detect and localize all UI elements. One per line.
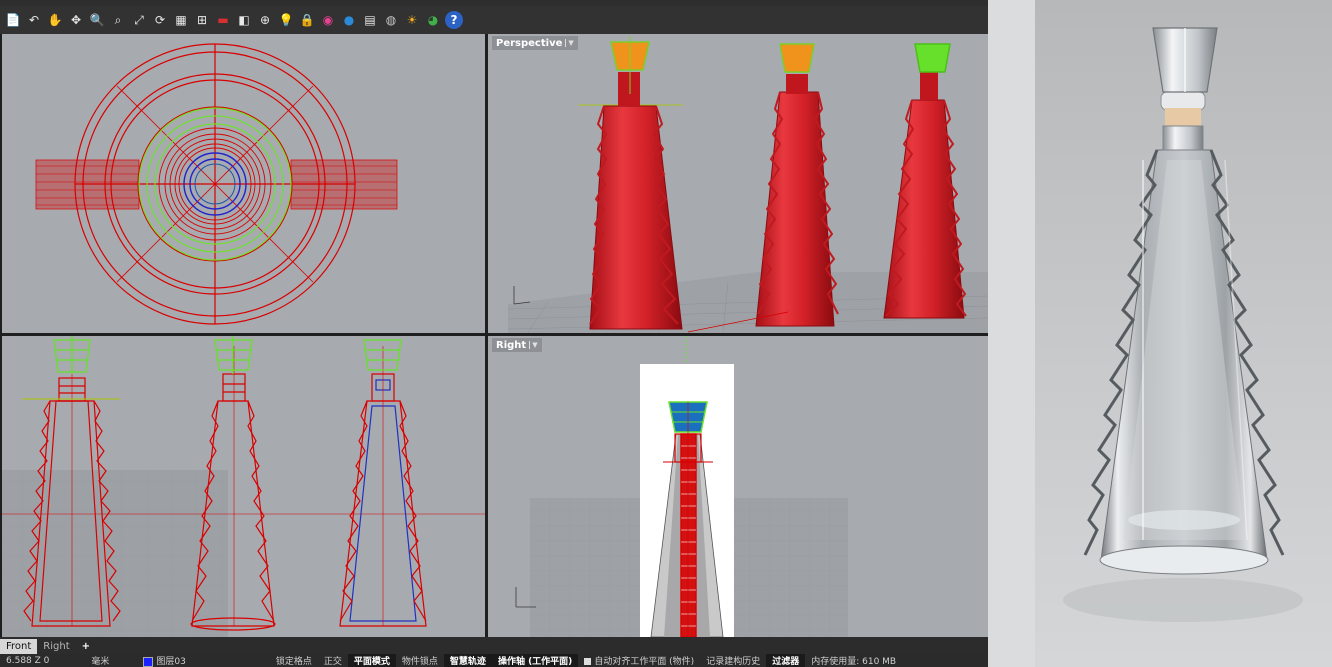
viewport-area: Perspective ▼ Right ▼ bbox=[0, 34, 988, 637]
filter-toggle[interactable]: 过滤器 bbox=[766, 654, 806, 667]
memory-usage: 内存使用量: 610 MB bbox=[811, 657, 897, 667]
grid-snap-toggle[interactable]: 锁定格点 bbox=[270, 654, 318, 667]
pan-hand-icon[interactable]: ✋ bbox=[46, 11, 64, 29]
coordinates-readout: 6.588 Z 0 bbox=[6, 655, 50, 666]
viewport-right[interactable]: Right ▼ bbox=[488, 336, 988, 637]
lock-icon[interactable]: 🔒 bbox=[298, 11, 316, 29]
rhino-window: 标准工作平面设置视图显示选取工作视窗配置可见性变动曲线工具曲面工具实体工具网格工… bbox=[0, 0, 988, 667]
viewport-label: Right bbox=[496, 339, 527, 351]
layer-color-swatch bbox=[143, 656, 154, 667]
bottle-2 bbox=[755, 43, 839, 327]
car-icon[interactable]: ▬ bbox=[214, 11, 232, 29]
viewport-front[interactable] bbox=[2, 336, 485, 637]
checkbox[interactable] bbox=[584, 658, 592, 665]
front-bottle-3 bbox=[339, 346, 427, 627]
ortho-toggle[interactable]: 正交 bbox=[318, 654, 348, 667]
front-view-drawing bbox=[2, 336, 485, 637]
four-viewports-icon[interactable]: ▦ bbox=[172, 11, 190, 29]
osnap-icon[interactable]: ⊕ bbox=[256, 11, 274, 29]
auto-cplane-label: 自动对齐工作平面 (物件) bbox=[594, 657, 695, 667]
layer-icon[interactable]: ◧ bbox=[235, 11, 253, 29]
chevron-down-icon[interactable]: ▼ bbox=[565, 39, 574, 47]
viewport-title-right[interactable]: Right ▼ bbox=[492, 338, 542, 352]
tab-front[interactable]: Front bbox=[0, 639, 38, 654]
front-stopper-2 bbox=[214, 336, 253, 374]
top-view-drawing bbox=[35, 43, 398, 325]
sun-icon[interactable]: ☀ bbox=[403, 11, 421, 29]
history-toggle[interactable]: 记录建构历史 bbox=[700, 654, 766, 667]
standard-toolbar: 📄 ↶ ✋ ✥ 🔍 ⌕ ⤢ ⟳ ▦ ⊞ ▬ ◧ ⊕ 💡 🔒 ◉ ● ▤ ◍ ☀ ◕? bbox=[0, 6, 988, 34]
viewport-tabs: Front Right + bbox=[0, 637, 988, 654]
rotate-view-icon[interactable]: ⟳ bbox=[151, 11, 169, 29]
smarttrack-toggle[interactable]: 智慧轨迹 bbox=[443, 654, 492, 667]
add-tab-button[interactable]: + bbox=[76, 639, 96, 654]
zoom-icon[interactable]: 🔍 bbox=[88, 11, 106, 29]
material-sphere-icon[interactable]: ◍ bbox=[382, 11, 400, 29]
screen: 标准工作平面设置视图显示选取工作视窗配置可见性变动曲线工具曲面工具实体工具网格工… bbox=[0, 0, 1332, 667]
set-cplane-icon[interactable]: ⊞ bbox=[193, 11, 211, 29]
layer-indicator[interactable]: 图层03 bbox=[137, 654, 191, 667]
chevron-down-icon[interactable]: ▼ bbox=[529, 341, 538, 349]
move-icon[interactable]: ✥ bbox=[67, 11, 85, 29]
layer-name: 图层03 bbox=[156, 657, 186, 667]
rendered-sphere-icon[interactable]: ◕ bbox=[424, 11, 442, 29]
cork-band bbox=[1165, 108, 1201, 126]
zoom-extents-icon[interactable]: ⤢ bbox=[130, 11, 148, 29]
zoom-window-icon[interactable]: ⌕ bbox=[109, 11, 127, 29]
undo-icon[interactable]: ↶ bbox=[25, 11, 43, 29]
front-stopper-3 bbox=[363, 339, 402, 371]
viewport-top[interactable] bbox=[2, 34, 485, 333]
bottle-1 bbox=[578, 36, 683, 330]
new-icon[interactable]: 📄 bbox=[4, 11, 22, 29]
planar-toggle[interactable]: 平面模式 bbox=[347, 654, 396, 667]
color-wheel-icon[interactable]: ◉ bbox=[319, 11, 337, 29]
front-stopper-1 bbox=[53, 336, 91, 374]
viewport-title-perspective[interactable]: Perspective ▼ bbox=[492, 36, 578, 50]
lightbulb-icon[interactable]: 💡 bbox=[277, 11, 295, 29]
status-bar: 6.588 Z 0 毫米 图层03 锁定格点 正交 平面模式 物件锁点 智慧轨迹… bbox=[0, 654, 988, 667]
glass-bottle-render bbox=[1063, 27, 1303, 622]
axis-icon bbox=[513, 286, 531, 305]
bottle-3 bbox=[883, 43, 967, 319]
render-sphere-icon[interactable]: ● bbox=[340, 11, 358, 29]
viewport-divider-horizontal[interactable] bbox=[0, 333, 988, 336]
properties-icon[interactable]: ▤ bbox=[361, 11, 379, 29]
right-view-drawing bbox=[515, 336, 848, 637]
rendered-bottle-image bbox=[1035, 0, 1332, 667]
tab-right[interactable]: Right bbox=[37, 639, 75, 654]
auto-cplane-toggle[interactable]: 自动对齐工作平面 (物件) bbox=[578, 654, 700, 667]
osnap-toggle[interactable]: 物件锁点 bbox=[396, 654, 444, 667]
help-icon[interactable]: ? bbox=[445, 11, 463, 29]
perspective-drawing bbox=[507, 36, 988, 333]
units-label[interactable]: 毫米 bbox=[85, 654, 115, 667]
viewport-label: Perspective bbox=[496, 37, 563, 49]
viewport-perspective[interactable]: Perspective ▼ bbox=[488, 34, 988, 333]
gumball-toggle[interactable]: 操作轴 (工作平面) bbox=[491, 654, 579, 667]
